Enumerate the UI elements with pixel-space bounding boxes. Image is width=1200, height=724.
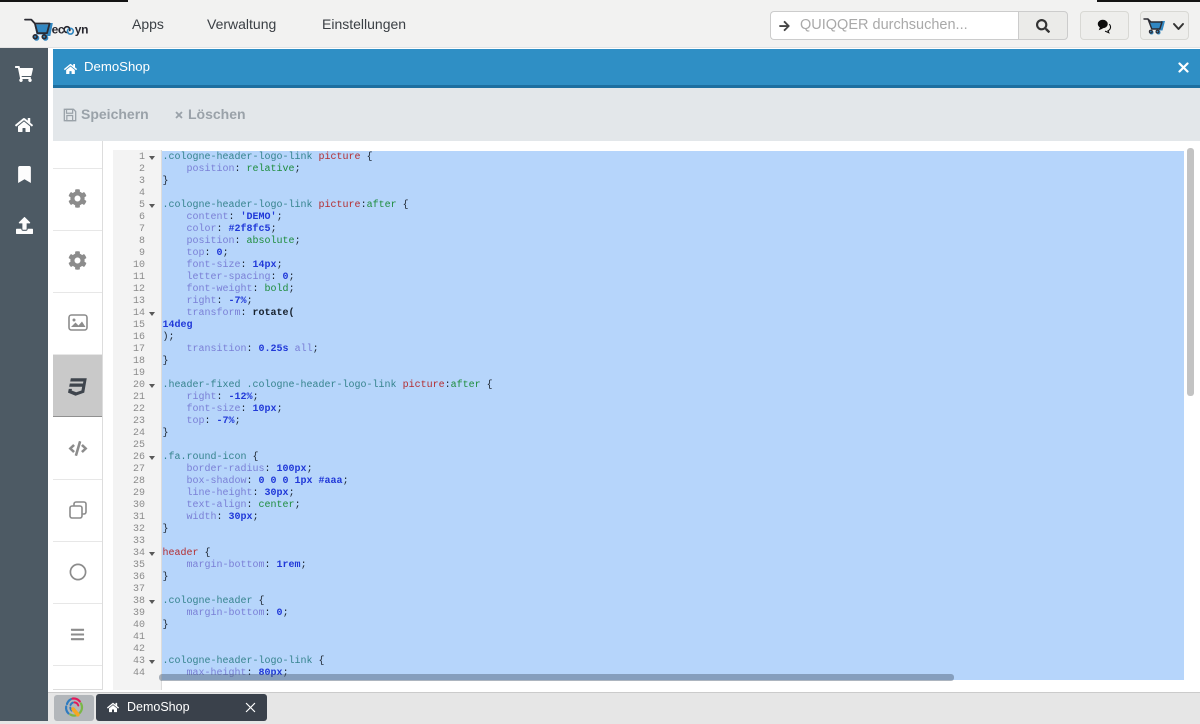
svg-text:ec: ec <box>52 22 65 36</box>
svg-text:yn: yn <box>75 22 88 36</box>
